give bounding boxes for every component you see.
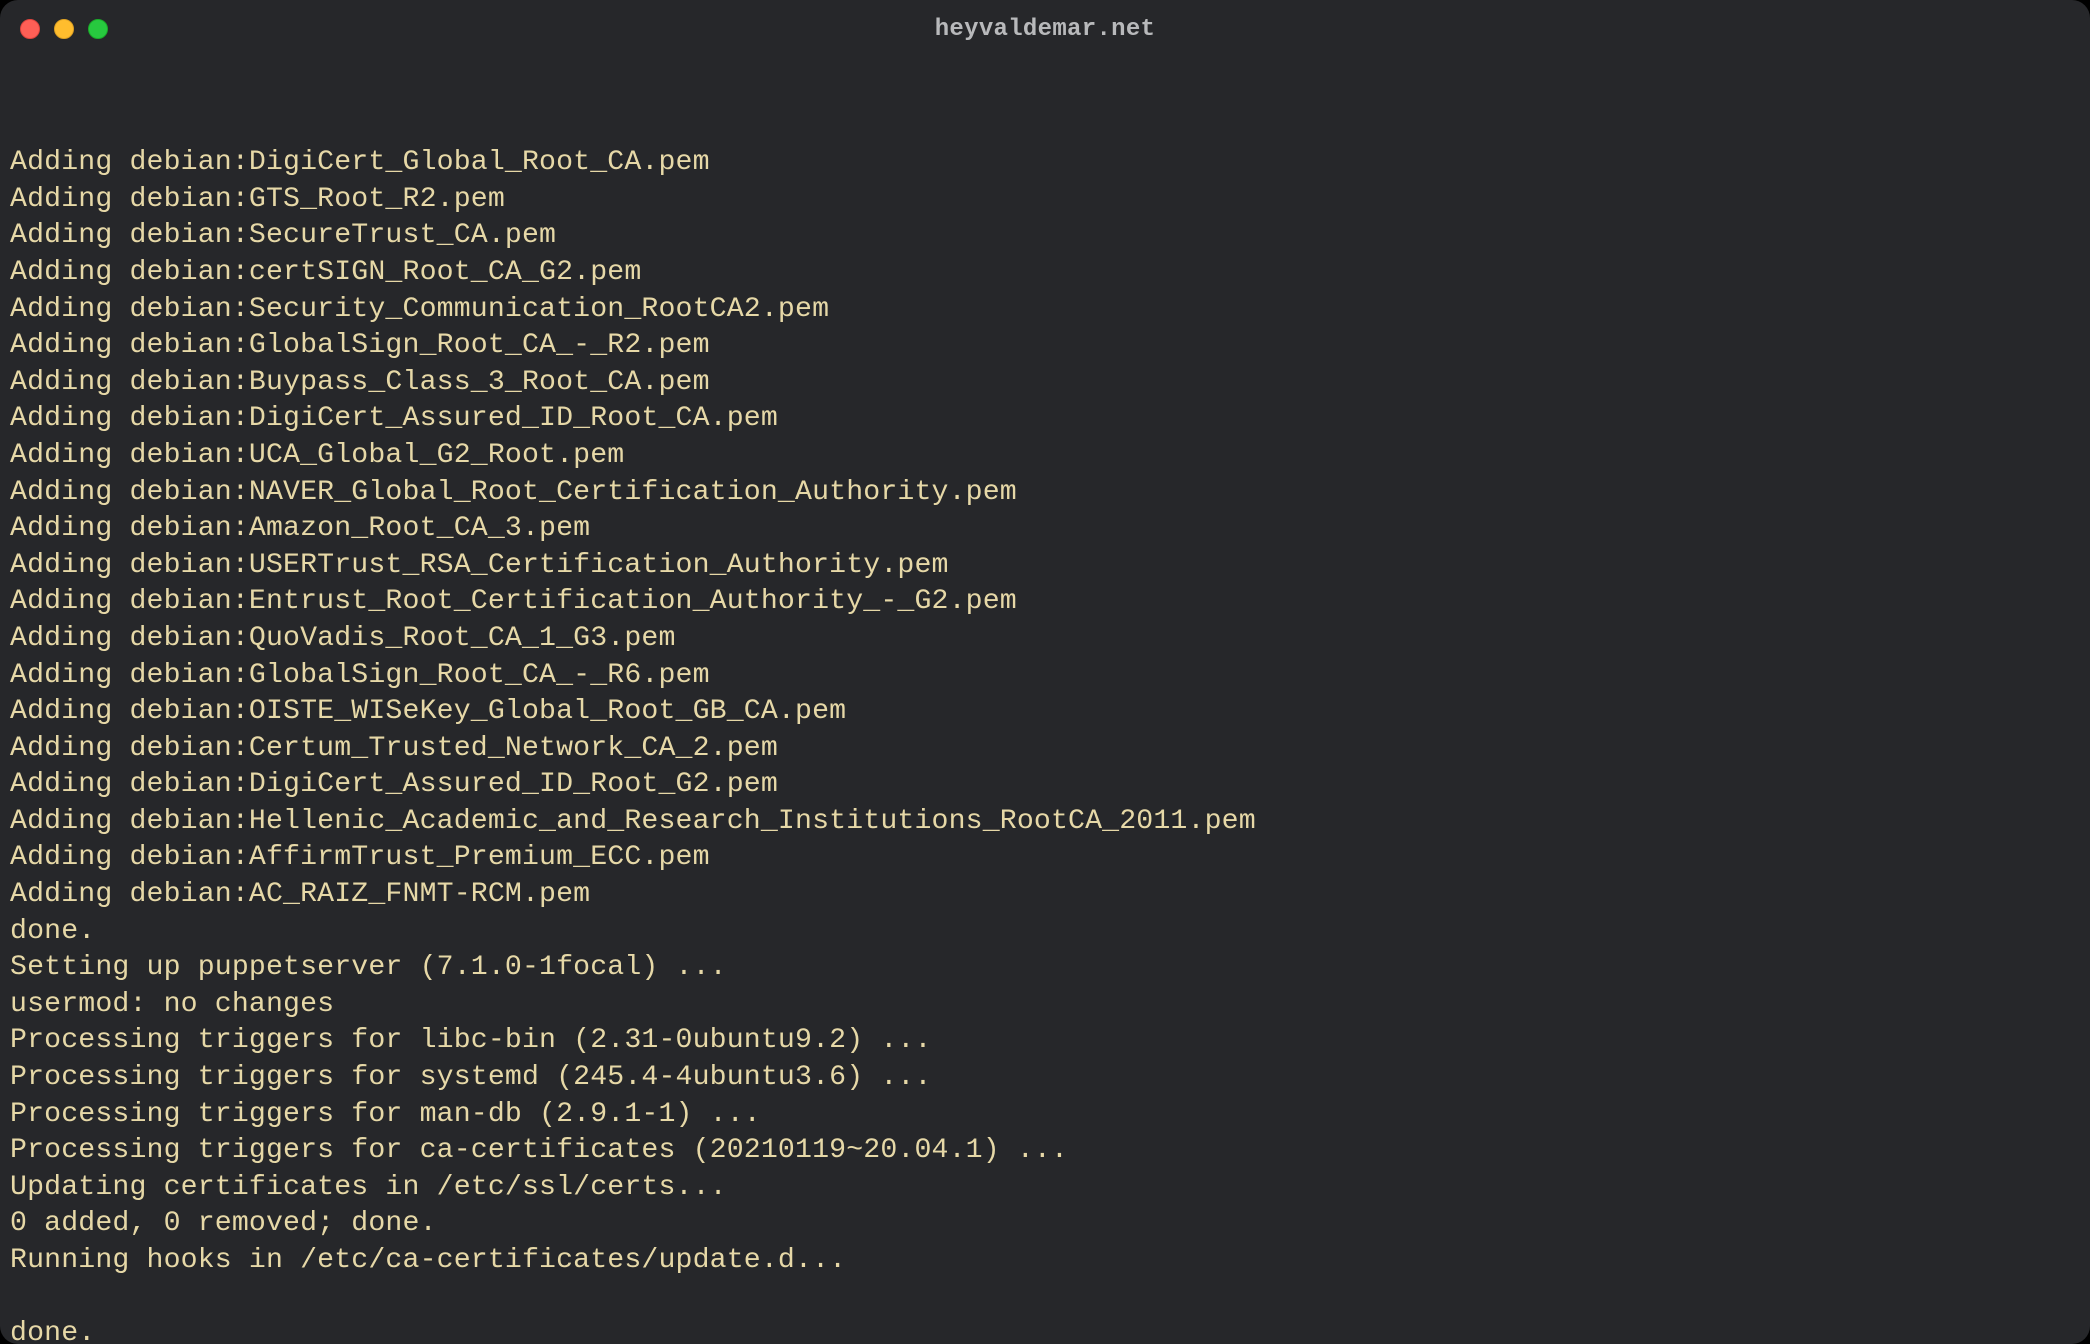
output-line: Processing triggers for libc-bin (2.31-0… xyxy=(10,1023,2080,1060)
zoom-icon[interactable] xyxy=(88,19,108,39)
output-line: Adding debian:DigiCert_Assured_ID_Root_G… xyxy=(10,767,2080,804)
output-line: Adding debian:QuoVadis_Root_CA_1_G3.pem xyxy=(10,621,2080,658)
terminal-body[interactable]: Adding debian:DigiCert_Global_Root_CA.pe… xyxy=(0,58,2090,1344)
close-icon[interactable] xyxy=(20,19,40,39)
output-line: Adding debian:Amazon_Root_CA_3.pem xyxy=(10,511,2080,548)
traffic-lights xyxy=(20,19,108,39)
output-line: Adding debian:AC_RAIZ_FNMT-RCM.pem xyxy=(10,877,2080,914)
output-line: Adding debian:Hellenic_Academic_and_Rese… xyxy=(10,804,2080,841)
output-line: Adding debian:Entrust_Root_Certification… xyxy=(10,584,2080,621)
output-line: Adding debian:AffirmTrust_Premium_ECC.pe… xyxy=(10,840,2080,877)
output-line: Processing triggers for ca-certificates … xyxy=(10,1133,2080,1170)
terminal-output: Adding debian:DigiCert_Global_Root_CA.pe… xyxy=(10,145,2080,1344)
output-line: Adding debian:OISTE_WISeKey_Global_Root_… xyxy=(10,694,2080,731)
output-line: Adding debian:DigiCert_Assured_ID_Root_C… xyxy=(10,401,2080,438)
output-line: Adding debian:GlobalSign_Root_CA_-_R2.pe… xyxy=(10,328,2080,365)
output-line: Adding debian:DigiCert_Global_Root_CA.pe… xyxy=(10,145,2080,182)
output-line: usermod: no changes xyxy=(10,987,2080,1024)
output-line: Processing triggers for man-db (2.9.1-1)… xyxy=(10,1097,2080,1134)
output-line: Adding debian:Certum_Trusted_Network_CA_… xyxy=(10,731,2080,768)
output-line: Adding debian:USERTrust_RSA_Certificatio… xyxy=(10,548,2080,585)
output-line: done. xyxy=(10,1316,2080,1344)
output-line: Adding debian:GTS_Root_R2.pem xyxy=(10,182,2080,219)
output-line: done. xyxy=(10,914,2080,951)
output-line: 0 added, 0 removed; done. xyxy=(10,1206,2080,1243)
output-line: Updating certificates in /etc/ssl/certs.… xyxy=(10,1170,2080,1207)
output-line: Adding debian:Security_Communication_Roo… xyxy=(10,292,2080,329)
output-line: Adding debian:Buypass_Class_3_Root_CA.pe… xyxy=(10,365,2080,402)
terminal-window: heyvaldemar.net Adding debian:DigiCert_G… xyxy=(0,0,2090,1344)
output-line: Setting up puppetserver (7.1.0-1focal) .… xyxy=(10,950,2080,987)
window-title: heyvaldemar.net xyxy=(0,16,2090,43)
output-line: Processing triggers for systemd (245.4-4… xyxy=(10,1060,2080,1097)
output-line: Adding debian:GlobalSign_Root_CA_-_R6.pe… xyxy=(10,658,2080,695)
titlebar[interactable]: heyvaldemar.net xyxy=(0,0,2090,58)
output-line xyxy=(10,1280,2080,1317)
output-line: Adding debian:SecureTrust_CA.pem xyxy=(10,218,2080,255)
output-line: Adding debian:UCA_Global_G2_Root.pem xyxy=(10,438,2080,475)
minimize-icon[interactable] xyxy=(54,19,74,39)
output-line: Adding debian:certSIGN_Root_CA_G2.pem xyxy=(10,255,2080,292)
output-line: Running hooks in /etc/ca-certificates/up… xyxy=(10,1243,2080,1280)
output-line: Adding debian:NAVER_Global_Root_Certific… xyxy=(10,475,2080,512)
